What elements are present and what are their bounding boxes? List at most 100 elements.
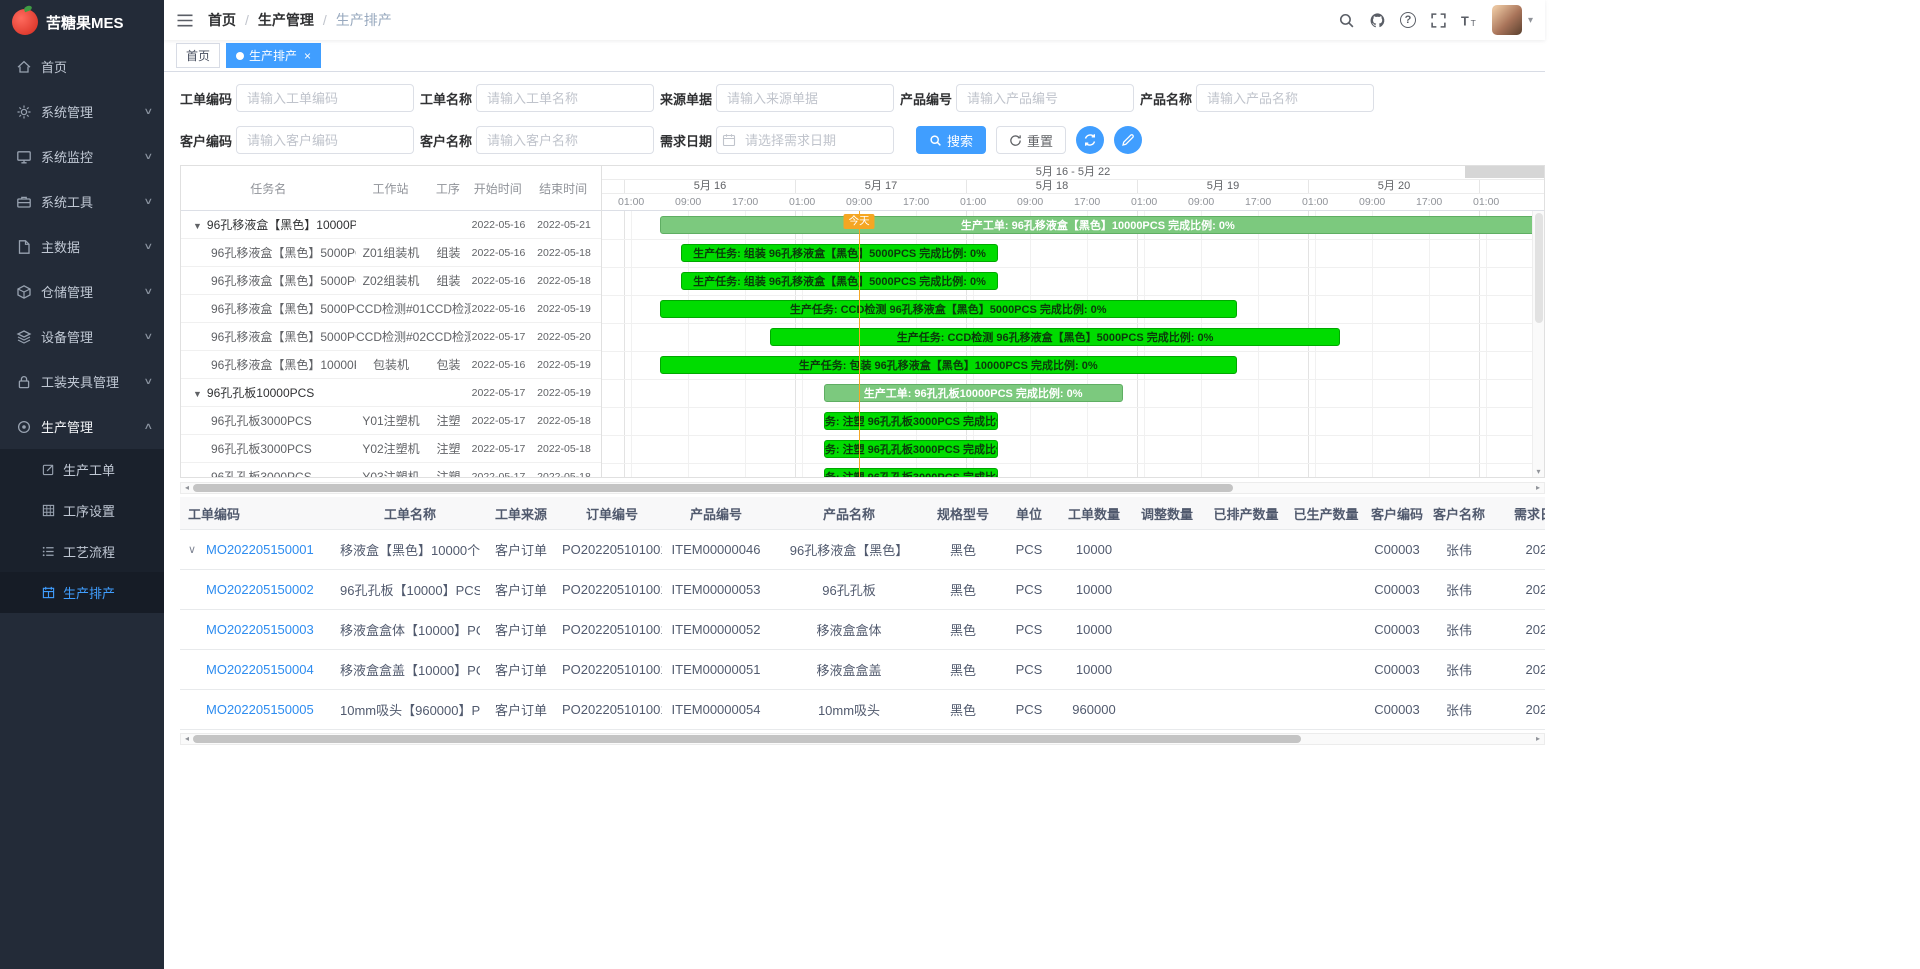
workstation-cell: Y03注塑机	[356, 468, 426, 477]
breadcrumb-item[interactable]: 首页	[208, 10, 236, 30]
gantt-task-bar[interactable]: 生产任务: 注塑 96孔孔板3000PCS 完成比例: 0%	[824, 468, 999, 477]
gantt-work-order-bar[interactable]: 生产工单: 96孔移液盒【黑色】10000PCS 完成比例: 0%	[660, 216, 1536, 234]
demand-date-input[interactable]	[716, 126, 894, 154]
work-order-name-input[interactable]	[476, 84, 654, 112]
sidebar-subitem-work-order[interactable]: 生产工单	[0, 449, 164, 490]
gantt-task-row[interactable]: 96孔移液盒【黑色】5000PCSZ02组装机组装2022-05-162022-…	[181, 267, 601, 295]
scrollbar-thumb[interactable]	[193, 484, 1233, 492]
gantt-task-row[interactable]: 96孔移液盒【黑色】5000PCSZ01组装机组装2022-05-162022-…	[181, 239, 601, 267]
scrollbar-track[interactable]	[193, 483, 1532, 493]
table-row[interactable]: MO20220515000296孔孔板【10000】PCS客户订单PO20220…	[180, 570, 1545, 610]
gantt-task-row[interactable]: 96孔移液盒【黑色】5000PCSCCD检测#02CCD检测2022-05-17…	[181, 323, 601, 351]
table-column-header: 客户编码	[1366, 504, 1428, 523]
table-cell-customer_name: 张伟	[1428, 580, 1490, 599]
search-icon[interactable]	[1338, 12, 1355, 29]
gantt-horizontal-scrollbar[interactable]: ◂ ▸	[180, 482, 1545, 494]
table-cell-customer_code: C00003	[1366, 662, 1428, 677]
sidebar-item-master-data[interactable]: 主数据∨	[0, 224, 164, 269]
scroll-left-arrow[interactable]: ◂	[181, 734, 193, 744]
filter-group-product-name: 产品名称	[1140, 84, 1380, 112]
table-cell-qty: 10000	[1060, 622, 1128, 637]
task-name: 96孔移液盒【黑色】10000PCS	[207, 218, 356, 232]
source-doc-input[interactable]	[716, 84, 894, 112]
search-button[interactable]: 搜索	[916, 126, 986, 154]
sidebar-item-monitor[interactable]: 系统监控∨	[0, 134, 164, 179]
chevron-down-icon: ∨	[144, 196, 154, 207]
work-order-link[interactable]: MO202205150004	[206, 662, 314, 677]
sidebar: 苦糖果MES 首页系统管理∨系统监控∨系统工具∨主数据∨仓储管理∨设备管理∨工装…	[0, 0, 164, 969]
gantt-task-row[interactable]: ▼96孔孔板10000PCS2022-05-172022-05-19	[181, 379, 601, 407]
hamburger-icon[interactable]	[176, 13, 194, 28]
table-row[interactable]: MO20220515000510mm吸头【960000】PCS客户订单PO202…	[180, 690, 1545, 730]
gantt-task-bar[interactable]: 生产任务: 组装 96孔移液盒【黑色】5000PCS 完成比例: 0%	[681, 272, 998, 290]
sidebar-subitem-process-settings[interactable]: 工序设置	[0, 490, 164, 531]
breadcrumb-item[interactable]: 生产管理	[258, 10, 314, 30]
search-icon	[929, 134, 942, 147]
sidebar-subitem-scheduling[interactable]: 生产排产	[0, 572, 164, 613]
expand-chevron-icon[interactable]: ∨	[188, 543, 206, 556]
product-code-input[interactable]	[956, 84, 1134, 112]
app-logo[interactable]: 苦糖果MES	[0, 0, 164, 44]
scrollbar-thumb[interactable]	[193, 735, 1301, 743]
gantt-task-bar[interactable]: 生产任务: 包装 96孔移液盒【黑色】10000PCS 完成比例: 0%	[660, 356, 1237, 374]
product-name-input[interactable]	[1196, 84, 1374, 112]
font-size-icon[interactable]: TT	[1461, 12, 1478, 29]
scroll-down-arrow[interactable]: ▾	[1533, 465, 1544, 477]
gantt-task-bar[interactable]: 生产任务: CCD检测 96孔移液盒【黑色】5000PCS 完成比例: 0%	[660, 300, 1237, 318]
close-icon[interactable]: ×	[304, 49, 311, 63]
expand-triangle-icon[interactable]: ▼	[193, 221, 202, 231]
task-name: 96孔移液盒【黑色】5000PCS	[211, 274, 356, 288]
gantt-task-row[interactable]: ▼96孔移液盒【黑色】10000PCS2022-05-162022-05-21	[181, 211, 601, 239]
task-name-cell: ▼96孔孔板10000PCS	[181, 384, 356, 401]
sidebar-item-system[interactable]: 系统管理∨	[0, 89, 164, 134]
table-cell-item_no: ITEM00000053	[662, 582, 770, 597]
table-horizontal-scrollbar[interactable]: ◂ ▸	[180, 733, 1545, 745]
tab-item[interactable]: 首页	[176, 43, 220, 68]
gantt-task-bar[interactable]: 生产任务: 注塑 96孔孔板3000PCS 完成比例: 0%	[824, 440, 999, 458]
work-order-code-input[interactable]	[236, 84, 414, 112]
scrollbar-thumb[interactable]	[1535, 213, 1543, 323]
scroll-right-arrow[interactable]: ▸	[1532, 483, 1544, 493]
table-row[interactable]: MO202205150004移液盒盒盖【10000】PCS客户订单PO20220…	[180, 650, 1545, 690]
sidebar-subitem-process-flow[interactable]: 工艺流程	[0, 531, 164, 572]
scroll-left-arrow[interactable]: ◂	[181, 483, 193, 493]
gantt-task-row[interactable]: 96孔孔板3000PCSY02注塑机注塑2022-05-172022-05-18	[181, 435, 601, 463]
sidebar-item-warehouse[interactable]: 仓储管理∨	[0, 269, 164, 314]
work-order-link[interactable]: MO202205150001	[206, 542, 314, 557]
sidebar-item-tools[interactable]: 系统工具∨	[0, 179, 164, 224]
github-icon[interactable]	[1369, 12, 1386, 29]
table-cell-item_no: ITEM00000054	[662, 702, 770, 717]
gantt-task-bar[interactable]: 生产任务: CCD检测 96孔移液盒【黑色】5000PCS 完成比例: 0%	[770, 328, 1340, 346]
gantt-task-row[interactable]: 96孔移液盒【黑色】10000PCS包装机包装2022-05-162022-05…	[181, 351, 601, 379]
expand-triangle-icon[interactable]: ▼	[193, 389, 202, 399]
scroll-right-arrow[interactable]: ▸	[1532, 734, 1544, 744]
sidebar-item-home[interactable]: 首页	[0, 44, 164, 89]
process-cell: 组装	[426, 272, 471, 289]
edit-button[interactable]	[1114, 126, 1142, 154]
gantt-task-row[interactable]: 96孔孔板3000PCSY01注塑机注塑2022-05-172022-05-18	[181, 407, 601, 435]
work-order-link[interactable]: MO202205150005	[206, 702, 314, 717]
gantt-task-row[interactable]: 96孔移液盒【黑色】5000PCSCCD检测#01CCD检测2022-05-16…	[181, 295, 601, 323]
work-order-link[interactable]: MO202205150003	[206, 622, 314, 637]
reset-button[interactable]: 重置	[996, 126, 1066, 154]
customer-code-input[interactable]	[236, 126, 414, 154]
table-row[interactable]: MO202205150003移液盒盒体【10000】PCS客户订单PO20220…	[180, 610, 1545, 650]
table-row[interactable]: ∨MO202205150001移液盒【黑色】10000个客户订单PO202205…	[180, 530, 1545, 570]
scrollbar-track[interactable]	[193, 734, 1532, 744]
work-order-link[interactable]: MO202205150002	[206, 582, 314, 597]
gantt-task-row[interactable]: 96孔孔板3000PCSY03注塑机注塑2022-05-172022-05-18	[181, 463, 601, 477]
gantt-work-order-bar[interactable]: 生产工单: 96孔孔板10000PCS 完成比例: 0%	[824, 384, 1123, 402]
customer-name-input[interactable]	[476, 126, 654, 154]
help-icon[interactable]: ?	[1400, 12, 1416, 28]
sidebar-item-fixture[interactable]: 工装夹具管理∨	[0, 359, 164, 404]
sidebar-item-equipment[interactable]: 设备管理∨	[0, 314, 164, 359]
tab-active[interactable]: 生产排产×	[226, 43, 321, 68]
sidebar-item-production[interactable]: 生产管理∧	[0, 404, 164, 449]
fullscreen-icon[interactable]	[1430, 12, 1447, 29]
gantt-vertical-scrollbar[interactable]: ▾	[1532, 211, 1544, 477]
gantt-task-bar[interactable]: 生产任务: 组装 96孔移液盒【黑色】5000PCS 完成比例: 0%	[681, 244, 998, 262]
sync-button[interactable]	[1076, 126, 1104, 154]
chevron-down-icon[interactable]: ▾	[1528, 15, 1533, 26]
avatar[interactable]	[1492, 5, 1522, 35]
gantt-task-bar[interactable]: 生产任务: 注塑 96孔孔板3000PCS 完成比例: 0%	[824, 412, 999, 430]
